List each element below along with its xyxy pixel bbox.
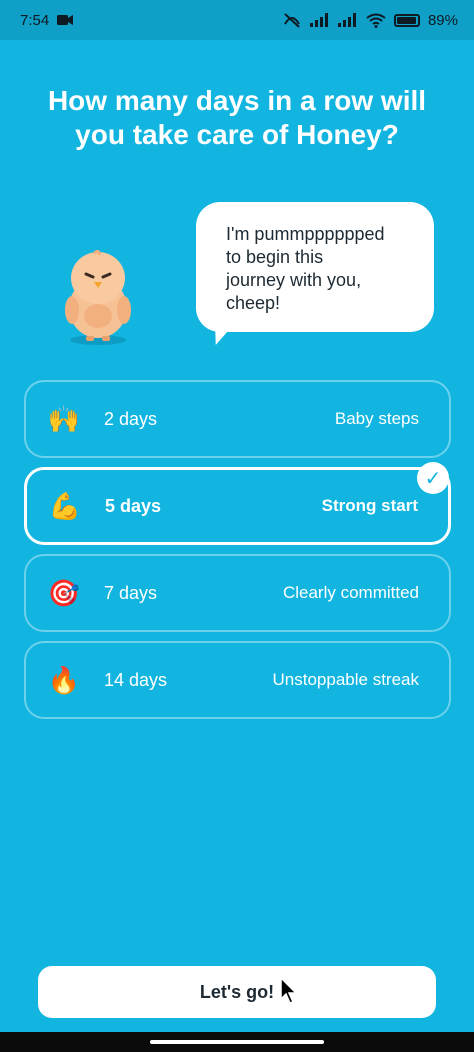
wifi-icon xyxy=(366,13,386,28)
option-label: Clearly committed xyxy=(282,583,419,602)
option-label: Baby steps xyxy=(334,409,419,428)
option-label: Strong start xyxy=(321,496,418,515)
target-icon: 🎯 xyxy=(47,577,81,608)
signal-icon xyxy=(309,13,328,27)
option-days: 7 days xyxy=(104,582,158,603)
battery-percent: 89% xyxy=(427,11,458,29)
option-7-days[interactable]: 🎯 7 days Clearly committed xyxy=(24,554,451,632)
speech-line-3: journey with you, xyxy=(226,270,362,290)
video-camera-icon xyxy=(57,15,74,25)
option-5-days[interactable]: 💪 5 days Strong start ✓ xyxy=(24,462,451,545)
wifi-calling-off-icon xyxy=(284,13,300,28)
option-2-days[interactable]: 🙌 2 days Baby steps xyxy=(24,380,451,458)
home-gesture-handle[interactable] xyxy=(150,1040,324,1044)
mouse-pointer-icon xyxy=(280,977,298,1004)
selected-check-icon: ✓ xyxy=(417,462,449,494)
status-left: 7:54 xyxy=(20,11,74,29)
fire-icon: 🔥 xyxy=(47,664,81,695)
option-days: 2 days xyxy=(104,408,158,429)
navigation-bar xyxy=(0,1032,474,1052)
option-label: Unstoppable streak xyxy=(272,670,419,689)
speech-line-4: cheep! xyxy=(226,293,281,313)
status-bar: 7:54 89% xyxy=(0,0,474,40)
speech-line-1: I'm pummpppppped xyxy=(226,224,385,244)
status-time: 7:54 xyxy=(20,11,50,29)
lets-go-button[interactable]: Let's go! xyxy=(38,966,436,1018)
flexed-biceps-icon: 💪 xyxy=(48,490,82,521)
speech-line-2: to begin this xyxy=(226,247,324,267)
battery-icon xyxy=(393,13,420,27)
page-title: How many days in a row will you take car… xyxy=(47,85,427,150)
option-days: 14 days xyxy=(104,669,168,690)
status-right: 89% xyxy=(282,12,458,29)
honey-mascot xyxy=(65,250,131,345)
speech-bubble: I'm pummpppppped to begin this journey w… xyxy=(196,202,434,332)
signal-icon xyxy=(337,13,356,27)
option-14-days[interactable]: 🔥 14 days Unstoppable streak xyxy=(24,641,451,719)
raised-hands-icon: 🙌 xyxy=(47,403,81,434)
option-days: 5 days xyxy=(105,495,162,516)
